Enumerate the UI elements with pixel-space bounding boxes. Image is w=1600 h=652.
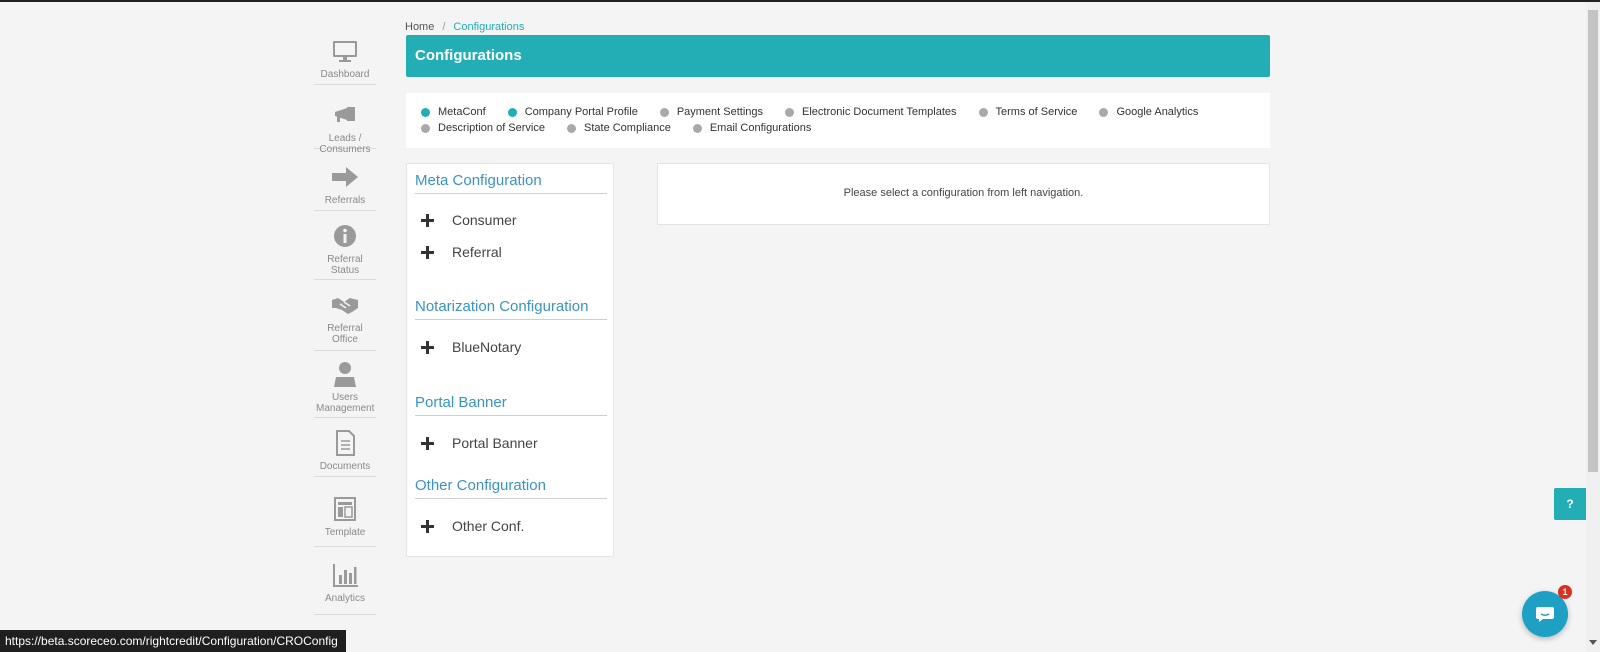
notification-badge: 1	[1558, 585, 1572, 599]
scroll-down-arrow[interactable]	[1589, 640, 1597, 645]
nav-template[interactable]: Template	[314, 494, 376, 547]
breadcrumb-current[interactable]: Configurations	[453, 21, 524, 33]
handshake-icon	[332, 298, 358, 314]
nav-label: Template	[324, 527, 366, 538]
nav-label: Analytics	[324, 593, 365, 604]
section-title-meta-configuration: Meta Configuration	[415, 172, 607, 194]
breadcrumb-home[interactable]: Home	[405, 21, 434, 33]
arrow-right-icon	[332, 167, 358, 187]
monitor-icon	[333, 41, 357, 62]
nav-label: Dashboard	[320, 69, 370, 80]
section-title-portal-banner: Portal Banner	[415, 394, 607, 416]
step-google-analytics[interactable]: Google Analytics	[1099, 106, 1198, 118]
step-label: Terms of Service	[995, 106, 1078, 118]
step-dot	[507, 107, 517, 117]
page-title: Configurations	[415, 47, 522, 64]
plus-icon	[421, 436, 434, 450]
scrollbar-thumb[interactable]	[1588, 10, 1598, 472]
step-payment-settings[interactable]: Payment Settings	[659, 106, 764, 118]
empty-state-message: Please select a configuration from left …	[843, 187, 1084, 199]
nav-label: Documents	[319, 461, 371, 472]
breadcrumb-separator: /	[442, 21, 446, 33]
plus-icon	[421, 519, 434, 533]
step-state-compliance[interactable]: State Compliance	[567, 122, 671, 134]
breadcrumb: Home / Configurations	[405, 21, 524, 33]
step-dot	[421, 107, 430, 117]
status-bar-url: https://beta.scoreceo.com/rightcredit/Co…	[0, 630, 346, 652]
help-button[interactable]: ?	[1554, 488, 1586, 520]
plus-icon	[421, 340, 434, 354]
nav-referral-status[interactable]: Referral Status	[314, 221, 376, 280]
step-dot	[978, 107, 988, 117]
page-title-bar: Configurations	[406, 35, 1270, 77]
step-dot	[692, 123, 702, 133]
step-electronic-document-templates[interactable]: Electronic Document Templates	[785, 106, 957, 118]
configuration-steps: MetaConf Company Portal Profile Payment …	[406, 93, 1270, 148]
step-email-configurations[interactable]: Email Configurations	[692, 122, 812, 134]
step-dot	[659, 107, 669, 117]
plus-icon	[421, 245, 434, 259]
megaphone-icon	[335, 107, 355, 122]
nav-dashboard[interactable]: Dashboard	[314, 36, 376, 85]
config-item-label: Consumer	[452, 212, 517, 228]
step-label: Company Portal Profile	[524, 106, 638, 118]
nav-label: Referrals	[324, 195, 366, 206]
step-label: State Compliance	[584, 122, 671, 134]
step-metaconf[interactable]: MetaConf	[421, 106, 486, 118]
config-item-referral[interactable]: Referral	[421, 244, 502, 260]
step-dot	[421, 123, 430, 133]
step-label: MetaConf	[438, 106, 486, 118]
nav-referral-office[interactable]: Referral Office	[314, 290, 376, 351]
config-item-label: BlueNotary	[452, 339, 522, 355]
nav-label: Referral Status	[327, 254, 363, 276]
step-label: Google Analytics	[1116, 106, 1199, 118]
top-border	[0, 0, 1600, 2]
step-label: Description of Service	[438, 122, 545, 134]
document-icon	[336, 430, 355, 456]
step-terms-of-service[interactable]: Terms of Service	[978, 106, 1078, 118]
nav-label: Referral Office	[327, 323, 363, 345]
steps-row-2: Description of Service State Compliance …	[421, 120, 1270, 136]
step-dot	[567, 123, 576, 133]
config-item-label: Referral	[452, 244, 502, 260]
step-dot	[1099, 107, 1109, 117]
step-label: Email Configurations	[709, 122, 812, 134]
config-item-label: Other Conf.	[452, 518, 525, 534]
nav-leads-consumers[interactable]: Leads / Consumers	[314, 100, 376, 155]
steps-row-1: MetaConf Company Portal Profile Payment …	[421, 104, 1270, 120]
config-item-portal-banner[interactable]: Portal Banner	[421, 435, 538, 451]
template-icon	[334, 497, 356, 521]
config-item-consumer[interactable]: Consumer	[421, 212, 517, 228]
step-label: Payment Settings	[676, 106, 764, 118]
config-item-bluenotary[interactable]: BlueNotary	[421, 339, 521, 355]
config-item-other-conf[interactable]: Other Conf.	[421, 518, 524, 534]
user-icon	[334, 362, 356, 387]
plus-icon	[421, 213, 434, 227]
config-item-label: Portal Banner	[452, 435, 538, 451]
chat-bubble-icon	[1536, 607, 1554, 622]
step-company-portal-profile[interactable]: Company Portal Profile	[507, 106, 638, 118]
nav-documents[interactable]: Documents	[314, 428, 376, 477]
bar-chart-icon	[333, 564, 358, 587]
step-dot	[785, 107, 795, 117]
info-icon	[334, 225, 356, 247]
nav-label: Users Management	[316, 392, 375, 414]
nav-label: Leads / Consumers	[319, 133, 371, 155]
configuration-nav-panel: Meta Configuration Consumer Referral Not…	[406, 163, 614, 557]
section-title-other-configuration: Other Configuration	[415, 477, 607, 499]
step-description-of-service[interactable]: Description of Service	[421, 122, 545, 134]
nav-analytics[interactable]: Analytics	[314, 560, 376, 615]
nav-referrals[interactable]: Referrals	[314, 162, 376, 211]
section-title-notarization-configuration: Notarization Configuration	[415, 298, 607, 320]
step-label: Electronic Document Templates	[802, 106, 957, 118]
empty-state-panel: Please select a configuration from left …	[657, 163, 1270, 225]
nav-users-management[interactable]: Users Management	[314, 359, 376, 418]
